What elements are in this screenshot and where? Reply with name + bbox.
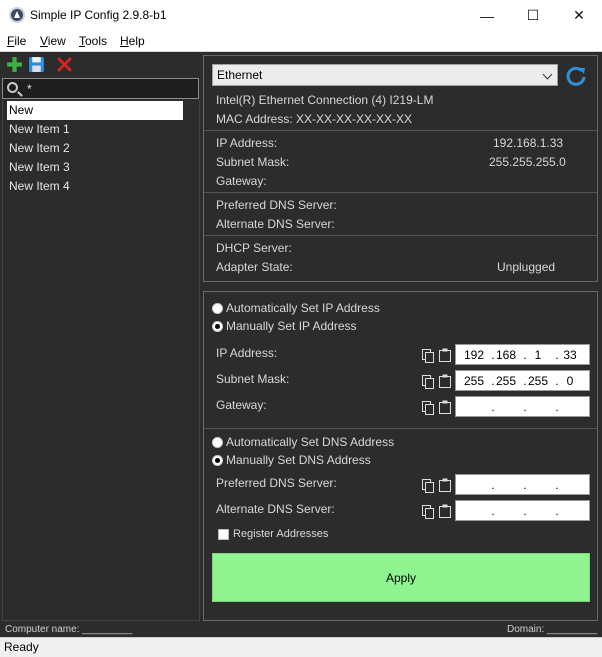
- domain: Domain: _________: [507, 624, 598, 635]
- computer-name: Computer name: _________: [5, 624, 133, 635]
- copy-icon[interactable]: [422, 505, 434, 519]
- ip-octet[interactable]: 1: [527, 348, 549, 362]
- auto-dns-radio[interactable]: [212, 437, 223, 448]
- save-icon[interactable]: [28, 56, 45, 73]
- current-ip-value: 192.168.1.33: [493, 136, 564, 150]
- list-item[interactable]: New Item 3: [7, 158, 183, 177]
- current-ip-label: IP Address:: [216, 136, 278, 150]
- list-item[interactable]: New: [7, 101, 183, 120]
- title-bar: Simple IP Config 2.9.8-b1 — ☐ ✕: [0, 0, 602, 31]
- menu-tools[interactable]: Tools: [79, 34, 107, 48]
- adapter-state-value: Unplugged: [497, 260, 556, 274]
- copy-icon[interactable]: [422, 479, 434, 493]
- current-subnet-value: 255.255.255.0: [489, 155, 566, 169]
- adapter-state-label: Adapter State:: [216, 260, 293, 274]
- gateway-label: Gateway:: [216, 398, 267, 412]
- copy-icon[interactable]: [422, 401, 434, 415]
- close-button[interactable]: ✕: [556, 0, 602, 31]
- dhcp-server-label: DHCP Server:: [216, 241, 292, 255]
- ip-address-label: IP Address:: [216, 346, 278, 360]
- paste-icon[interactable]: [439, 348, 451, 362]
- current-alt-dns-label: Alternate DNS Server:: [216, 217, 335, 231]
- maximize-button[interactable]: ☐: [510, 0, 556, 31]
- refresh-icon[interactable]: [565, 65, 587, 87]
- list-item[interactable]: New Item 4: [7, 177, 183, 196]
- menu-bar: File View Tools Help: [0, 31, 602, 52]
- auto-ip-radio[interactable]: [212, 303, 223, 314]
- ip-octet[interactable]: 192: [463, 348, 485, 362]
- config-panel: Automatically Set IP Address Manually Se…: [203, 291, 598, 621]
- menu-view[interactable]: View: [40, 34, 66, 48]
- subnet-mask-label: Subnet Mask:: [216, 372, 290, 386]
- paste-icon[interactable]: [439, 504, 451, 518]
- auto-ip-label[interactable]: Automatically Set IP Address: [226, 301, 380, 315]
- manual-dns-radio[interactable]: [212, 455, 223, 466]
- gateway-input[interactable]: . . .: [455, 396, 590, 417]
- profile-list: New New Item 1 New Item 2 New Item 3 New…: [2, 100, 200, 621]
- minimize-button[interactable]: —: [464, 0, 510, 31]
- manual-dns-label[interactable]: Manually Set DNS Address: [226, 453, 371, 467]
- ip-address-input[interactable]: 192 . 168 . 1 . 33: [455, 344, 590, 365]
- paste-icon[interactable]: [439, 374, 451, 388]
- list-item[interactable]: New Item 1: [7, 120, 183, 139]
- copy-icon[interactable]: [422, 349, 434, 363]
- alt-dns-label: Alternate DNS Server:: [216, 502, 335, 516]
- window-title: Simple IP Config 2.9.8-b1: [30, 8, 167, 22]
- divider: [204, 235, 597, 236]
- subnet-octet[interactable]: 0: [559, 374, 581, 388]
- ip-octet[interactable]: 168: [495, 348, 517, 362]
- current-subnet-label: Subnet Mask:: [216, 155, 290, 169]
- ip-octet[interactable]: 33: [559, 348, 581, 362]
- divider: [204, 192, 597, 193]
- pref-dns-input[interactable]: . . .: [455, 474, 590, 495]
- mac-address: MAC Address: XX-XX-XX-XX-XX-XX: [216, 112, 413, 126]
- subnet-octet[interactable]: 255: [495, 374, 517, 388]
- profile-search: [2, 78, 199, 99]
- subnet-octet[interactable]: 255: [463, 374, 485, 388]
- current-gateway-label: Gateway:: [216, 174, 267, 188]
- subnet-octet[interactable]: 255: [527, 374, 549, 388]
- profile-toolbar: [0, 52, 202, 77]
- app-logo-icon: [9, 7, 25, 23]
- divider: [204, 130, 597, 131]
- status-bar: Ready: [0, 637, 602, 657]
- chevron-down-icon: [542, 69, 553, 80]
- register-addresses-checkbox[interactable]: [218, 529, 229, 540]
- menu-help[interactable]: Help: [120, 34, 145, 48]
- add-icon[interactable]: [6, 56, 23, 73]
- paste-icon[interactable]: [439, 400, 451, 414]
- menu-file[interactable]: File: [7, 34, 26, 48]
- list-item[interactable]: New Item 2: [7, 139, 183, 158]
- copy-icon[interactable]: [422, 375, 434, 389]
- alt-dns-input[interactable]: . . .: [455, 500, 590, 521]
- footer-info: Computer name: _________ Domain: _______…: [0, 622, 602, 637]
- pref-dns-label: Preferred DNS Server:: [216, 476, 337, 490]
- manual-ip-radio[interactable]: [212, 321, 223, 332]
- adapter-select[interactable]: Ethernet: [212, 64, 558, 86]
- adapter-select-value: Ethernet: [217, 68, 263, 82]
- current-pref-dns-label: Preferred DNS Server:: [216, 198, 337, 212]
- register-addresses-label[interactable]: Register Addresses: [233, 528, 328, 540]
- search-icon: [7, 82, 18, 93]
- apply-button[interactable]: Apply: [212, 553, 590, 602]
- delete-icon[interactable]: [56, 56, 73, 73]
- paste-icon[interactable]: [439, 478, 451, 492]
- subnet-mask-input[interactable]: 255 . 255 . 255 . 0: [455, 370, 590, 391]
- auto-dns-label[interactable]: Automatically Set DNS Address: [226, 435, 394, 449]
- divider: [204, 428, 597, 429]
- adapter-info-panel: Ethernet Intel(R) Ethernet Connection (4…: [203, 55, 598, 282]
- status-text: Ready: [4, 640, 39, 654]
- manual-ip-label[interactable]: Manually Set IP Address: [226, 319, 357, 333]
- search-input[interactable]: [27, 82, 187, 96]
- adapter-description: Intel(R) Ethernet Connection (4) I219-LM: [216, 93, 434, 107]
